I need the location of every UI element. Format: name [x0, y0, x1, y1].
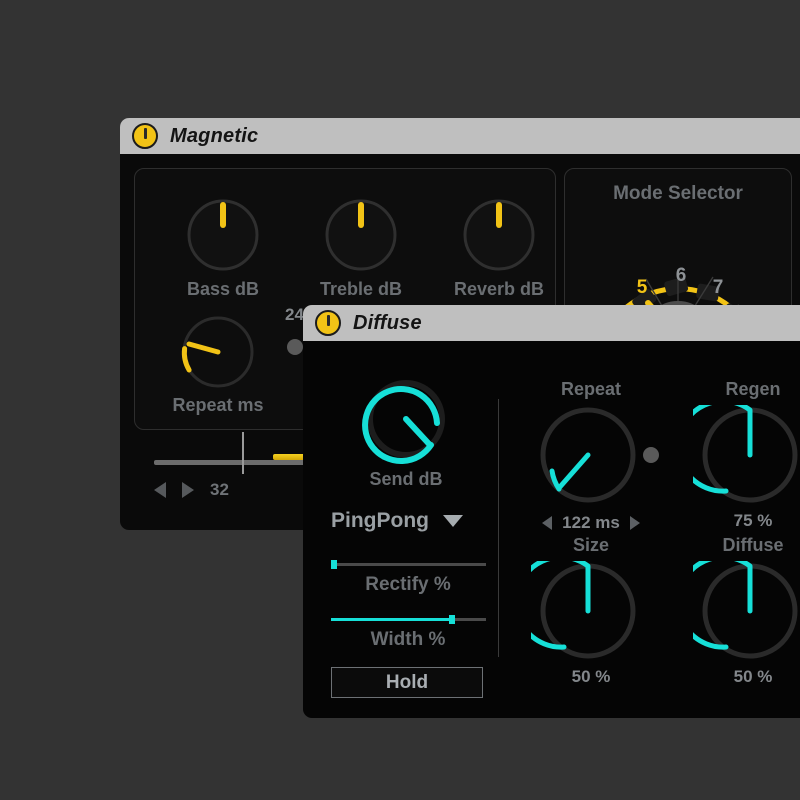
power-indicator-icon[interactable]: [315, 310, 341, 336]
knob-size[interactable]: Size 50 %: [531, 535, 651, 686]
knob-regen-value: 75 %: [733, 511, 773, 530]
knob-reverb-db-dial[interactable]: [449, 191, 549, 275]
svg-text:6: 6: [676, 265, 687, 286]
slider-track[interactable]: [154, 460, 324, 465]
chevron-down-icon[interactable]: [443, 515, 463, 527]
step-up-icon[interactable]: [182, 482, 194, 498]
diffuse-window-title: Diffuse: [353, 311, 422, 334]
diffuse-plugin-window[interactable]: Diffuse Send dB PingPong Rectify % Width…: [303, 305, 800, 718]
mode-selector-title: Mode Selector: [613, 183, 743, 204]
hold-button[interactable]: Hold: [331, 667, 483, 698]
knob-repeat-ms-dial[interactable]: [163, 309, 273, 395]
mode-dropdown-value: PingPong: [331, 509, 429, 532]
knob-repeat-label: Repeat: [560, 379, 622, 399]
slider-width-fill: [331, 618, 452, 621]
slider-rectify-handle[interactable]: [331, 560, 337, 569]
knob-reverb-db[interactable]: Reverb dB: [449, 191, 549, 303]
knob-diffuse-label: Diffuse: [722, 535, 784, 555]
knob-send-db[interactable]: Send dB: [351, 369, 461, 499]
knob-size-dial[interactable]: [531, 561, 651, 661]
knob-repeat-stepper[interactable]: 122 ms: [531, 513, 651, 533]
slider-width-handle[interactable]: [449, 615, 455, 624]
knob-diffuse-dial[interactable]: [693, 561, 800, 661]
knob-bass-db[interactable]: Bass dB: [173, 191, 273, 303]
slider-handle[interactable]: [242, 432, 244, 474]
knob-send-db-dial[interactable]: [351, 369, 461, 469]
knob-regen[interactable]: Regen 75 %: [693, 379, 800, 530]
knob-bass-db-dial[interactable]: [173, 191, 273, 275]
knob-diffuse-value: 50 %: [733, 667, 773, 686]
knob-bass-db-label: Bass dB: [186, 279, 260, 299]
magnetic-window-title: Magnetic: [170, 124, 259, 147]
slider-rectify-track[interactable]: [331, 563, 486, 566]
knob-size-value: 50 %: [571, 667, 611, 686]
diffuse-window-body: Send dB PingPong Rectify % Width % Hold: [303, 341, 800, 718]
knob-reverb-db-label: Reverb dB: [453, 279, 545, 299]
repeat-step-down-icon[interactable]: [542, 516, 553, 530]
knob-repeat[interactable]: Repeat: [531, 379, 659, 529]
knob-treble-db-label: Treble dB: [319, 279, 403, 299]
repeat-sync-dot[interactable]: [643, 447, 659, 463]
desktop-background: Magnetic Bass dB Treble dB Reverb dB Rep…: [0, 0, 800, 800]
knob-repeat-ms[interactable]: Repeat ms 245: [163, 305, 313, 421]
knob-size-label: Size: [572, 535, 610, 555]
knob-treble-db[interactable]: Treble dB: [311, 191, 411, 303]
knob-regen-dial[interactable]: [693, 405, 800, 505]
knob-regen-label: Regen: [725, 379, 781, 399]
magnetic-bottom-stepper[interactable]: 32: [154, 480, 229, 500]
knob-treble-db-dial[interactable]: [311, 191, 411, 275]
knob-repeat-ms-label: Repeat ms: [172, 395, 264, 415]
knob-diffuse[interactable]: Diffuse 50 %: [693, 535, 800, 686]
slider-width-label: Width %: [370, 629, 446, 650]
svg-text:5: 5: [637, 277, 648, 298]
slider-rectify-label: Rectify %: [365, 574, 451, 595]
diffuse-titlebar[interactable]: Diffuse: [303, 305, 800, 341]
mode-dropdown[interactable]: PingPong: [331, 509, 463, 533]
magnetic-bottom-slider-value: 32: [210, 480, 229, 499]
magnetic-titlebar[interactable]: Magnetic: [120, 118, 800, 154]
knob-repeat-dial[interactable]: [531, 405, 651, 505]
repeat-step-up-icon[interactable]: [629, 516, 640, 530]
knob-repeat-value: 122 ms: [562, 513, 620, 532]
step-down-icon[interactable]: [154, 482, 166, 498]
svg-text:7: 7: [713, 277, 724, 298]
power-indicator-icon[interactable]: [132, 123, 158, 149]
knob-send-db-label: Send dB: [369, 469, 443, 489]
column-divider: [498, 399, 499, 657]
